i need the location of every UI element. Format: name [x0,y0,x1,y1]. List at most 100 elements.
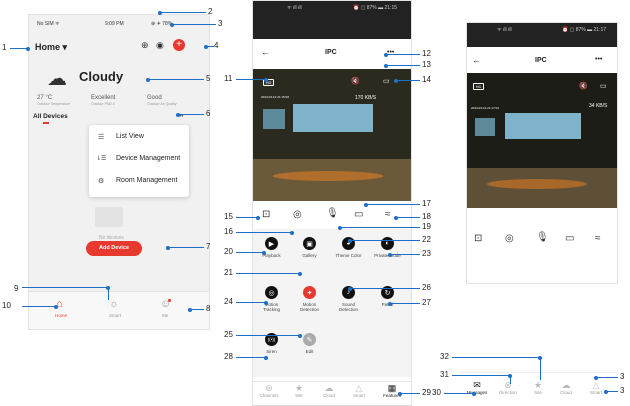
callout-line [236,252,264,253]
menu-item-list-view[interactable]: List View [116,133,144,140]
callout-number: 30 [432,388,441,397]
callout-line [172,24,216,25]
tab-channels[interactable]: ⊛ Channels [257,383,281,399]
edit-icon[interactable]: ✎ [303,333,316,346]
bitrate-text: 170 KB/S [355,95,377,101]
tab-cloud[interactable]: ☁ Cloud [317,384,341,399]
camera-icon[interactable]: ◎ [293,209,302,220]
status-time: 9:09 PM [105,21,124,27]
temp-value: 27 °C [37,95,53,101]
feature-label: Playback [262,253,281,258]
callout-dot [348,238,352,243]
callout-number: 25 [224,330,233,339]
camera-icon[interactable]: ◎ [505,233,514,244]
home-screen: No SIM ᯤ 9:09 PM ⊕ ✈ 78% Home ▾ ⊕ ◉ + ☁ … [28,14,210,330]
device-menu: ☰ List View ⇂☰ Device Management ⚙ Room … [89,125,189,197]
more-icon[interactable]: ••• [595,56,602,63]
feature-label: Sound Detection [338,302,358,313]
record-icon[interactable]: ▭ [565,233,574,244]
mute-icon[interactable]: 🔇 [579,82,588,90]
tab-smart-label: Smart [352,393,365,398]
temp-sub: Outdoor Temperature [37,102,71,106]
hd-badge[interactable]: HD [473,83,484,90]
callout-number: 15 [224,212,233,221]
motion-detection-icon[interactable]: ✦ [303,286,316,299]
tab-smart[interactable]: △ Smart [347,384,371,399]
private-mode-icon[interactable]: ◐ [381,237,394,250]
scan-icon[interactable]: ◉ [156,40,164,51]
callout-line [340,227,420,228]
video-timestamp: 2024-03-12 21:17:02 [471,106,499,110]
callout-number: 7 [206,242,211,251]
tab-home-label: Home [55,313,68,318]
callout-line [236,357,266,358]
page-title: IPC [325,49,337,56]
bitrate-text: 34 KB/S [589,103,608,109]
direction-icon: ⊗ [504,380,512,390]
live-video[interactable]: HD 🔇 ▭ 34 KB/S 2024-03-12 21:17:02 [467,73,617,208]
screenshot-icon[interactable]: ⊡ [474,233,482,244]
smart-tab-icon[interactable]: ☼ [109,298,119,310]
callout-dot [204,44,208,49]
callout-line [160,12,206,13]
callout-line [236,217,258,218]
callout-line [540,357,541,380]
callout-number: 8 [206,304,211,313]
callout-number: 23 [422,249,431,258]
tab-cloud-label: Cloud [560,390,572,395]
add-device-icon-top[interactable]: ⊕ [141,40,149,51]
callout-line [350,240,420,241]
record-icon[interactable]: ▭ [354,209,363,220]
collapse-icon[interactable]: ≈ [595,233,601,244]
callout-number: 3 [218,19,223,28]
microphone-icon[interactable]: 🎙 [536,232,549,243]
callout-dot [384,63,388,68]
tab-site[interactable]: ★ Site [526,381,550,396]
callout-dot [188,307,192,312]
callout-number: 17 [422,199,431,208]
feature-label: Motion Tracking [262,302,281,313]
callout-line [390,303,420,304]
tab-indicator [43,122,49,124]
fullscreen-icon[interactable]: ▭ [383,77,390,85]
bottom-tab-bar [29,291,209,329]
pm-sub: Outdoor PM2.5 [91,102,115,106]
back-icon[interactable]: ← [472,55,481,65]
callout-line [452,375,510,376]
playback-icon[interactable]: ▶ [265,237,278,250]
tab-smart-label: Smart [589,390,602,395]
tab-features[interactable]: ▦ Features [377,384,407,399]
room-management-icon: ⚙ [98,178,105,185]
fullscreen-icon[interactable]: ▭ [600,82,607,90]
motion-tracking-icon[interactable]: ◎ [265,286,278,299]
add-icon[interactable]: + [173,39,185,51]
tab-site[interactable]: ★ Site [287,384,311,399]
tab-site-label: Site [295,393,303,398]
back-icon[interactable]: ← [261,47,270,57]
home-selector[interactable]: Home ▾ [35,42,67,53]
callout-number: 6 [206,109,211,118]
messages-icon: ✉ [473,380,481,390]
callout-line [396,217,420,218]
menu-item-room-management[interactable]: Room Management [116,177,177,184]
tab-cloud[interactable]: ☁ Cloud [554,381,578,396]
callout-line [236,335,300,336]
camera-features-screen: ᯤ ıll ıll ⏰ ▢ 87% ▬ 21:15 ← IPC ••• HD 🔇… [252,0,412,406]
tab-direction[interactable]: ⊗ Direction [494,380,522,396]
all-devices-tab[interactable]: All Devices [33,113,68,120]
live-video[interactable]: HD 🔇 ▭ 170 KB/S 2024-03-12 21:15:08 [253,69,411,201]
camera-live-screen: ᯤ ıll ıll ⏰ ▢ 87% ▬ 21:17 ← IPC ••• HD 🔇… [466,22,618,284]
microphone-icon[interactable]: 🎙 [326,208,339,219]
feature-label: Motion Detection [299,302,319,313]
channels-icon: ⊛ [265,383,273,393]
callout-dot [146,77,150,82]
collapse-icon[interactable]: ≈ [385,209,391,220]
mute-icon[interactable]: 🔇 [351,77,360,85]
gallery-icon[interactable]: ▣ [303,237,316,250]
callout-number: 28 [224,352,233,361]
add-device-button[interactable]: Add Device [86,241,142,256]
menu-item-device-management[interactable]: Device Management [116,155,180,162]
callout-number: 31 [440,370,449,379]
screenshot-icon[interactable]: ⊡ [262,209,270,220]
callout-number: 22 [422,235,431,244]
